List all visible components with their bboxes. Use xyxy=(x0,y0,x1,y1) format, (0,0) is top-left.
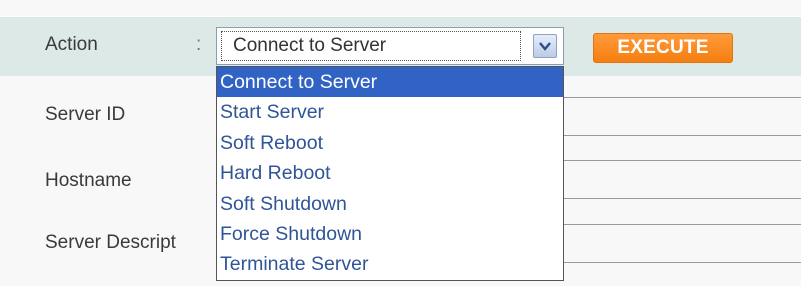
hostname-field-top xyxy=(555,160,801,161)
dropdown-option-soft-shutdown[interactable]: Soft Shutdown xyxy=(217,189,563,219)
action-dropdown-list: Connect to Server Start Server Soft Rebo… xyxy=(216,66,564,281)
dropdown-option-soft-reboot[interactable]: Soft Reboot xyxy=(217,128,563,158)
description-field-bottom xyxy=(555,262,801,263)
dropdown-option-connect-to-server[interactable]: Connect to Server xyxy=(217,67,563,98)
server-id-field-bottom xyxy=(555,135,801,136)
action-select[interactable]: Connect to Server xyxy=(216,27,564,65)
server-id-field-top xyxy=(555,97,801,98)
execute-button[interactable]: EXECUTE xyxy=(593,33,733,63)
dropdown-option-force-shutdown[interactable]: Force Shutdown xyxy=(217,219,563,249)
action-colon: : xyxy=(196,34,202,55)
chevron-down-icon[interactable] xyxy=(533,34,557,58)
dropdown-option-hard-reboot[interactable]: Hard Reboot xyxy=(217,158,563,188)
dropdown-option-start-server[interactable]: Start Server xyxy=(217,97,563,127)
server-id-label: Server ID xyxy=(45,104,126,125)
server-action-form: Action : Connect to Server EXECUTE Serve… xyxy=(0,0,801,286)
dropdown-option-terminate-server[interactable]: Terminate Server xyxy=(217,249,563,279)
server-description-label: Server Descript xyxy=(45,232,176,253)
action-select-value: Connect to Server xyxy=(221,31,521,61)
action-label: Action xyxy=(45,34,98,55)
hostname-label: Hostname xyxy=(45,170,132,191)
hostname-field-bottom xyxy=(555,198,801,199)
description-field-top xyxy=(555,224,801,225)
